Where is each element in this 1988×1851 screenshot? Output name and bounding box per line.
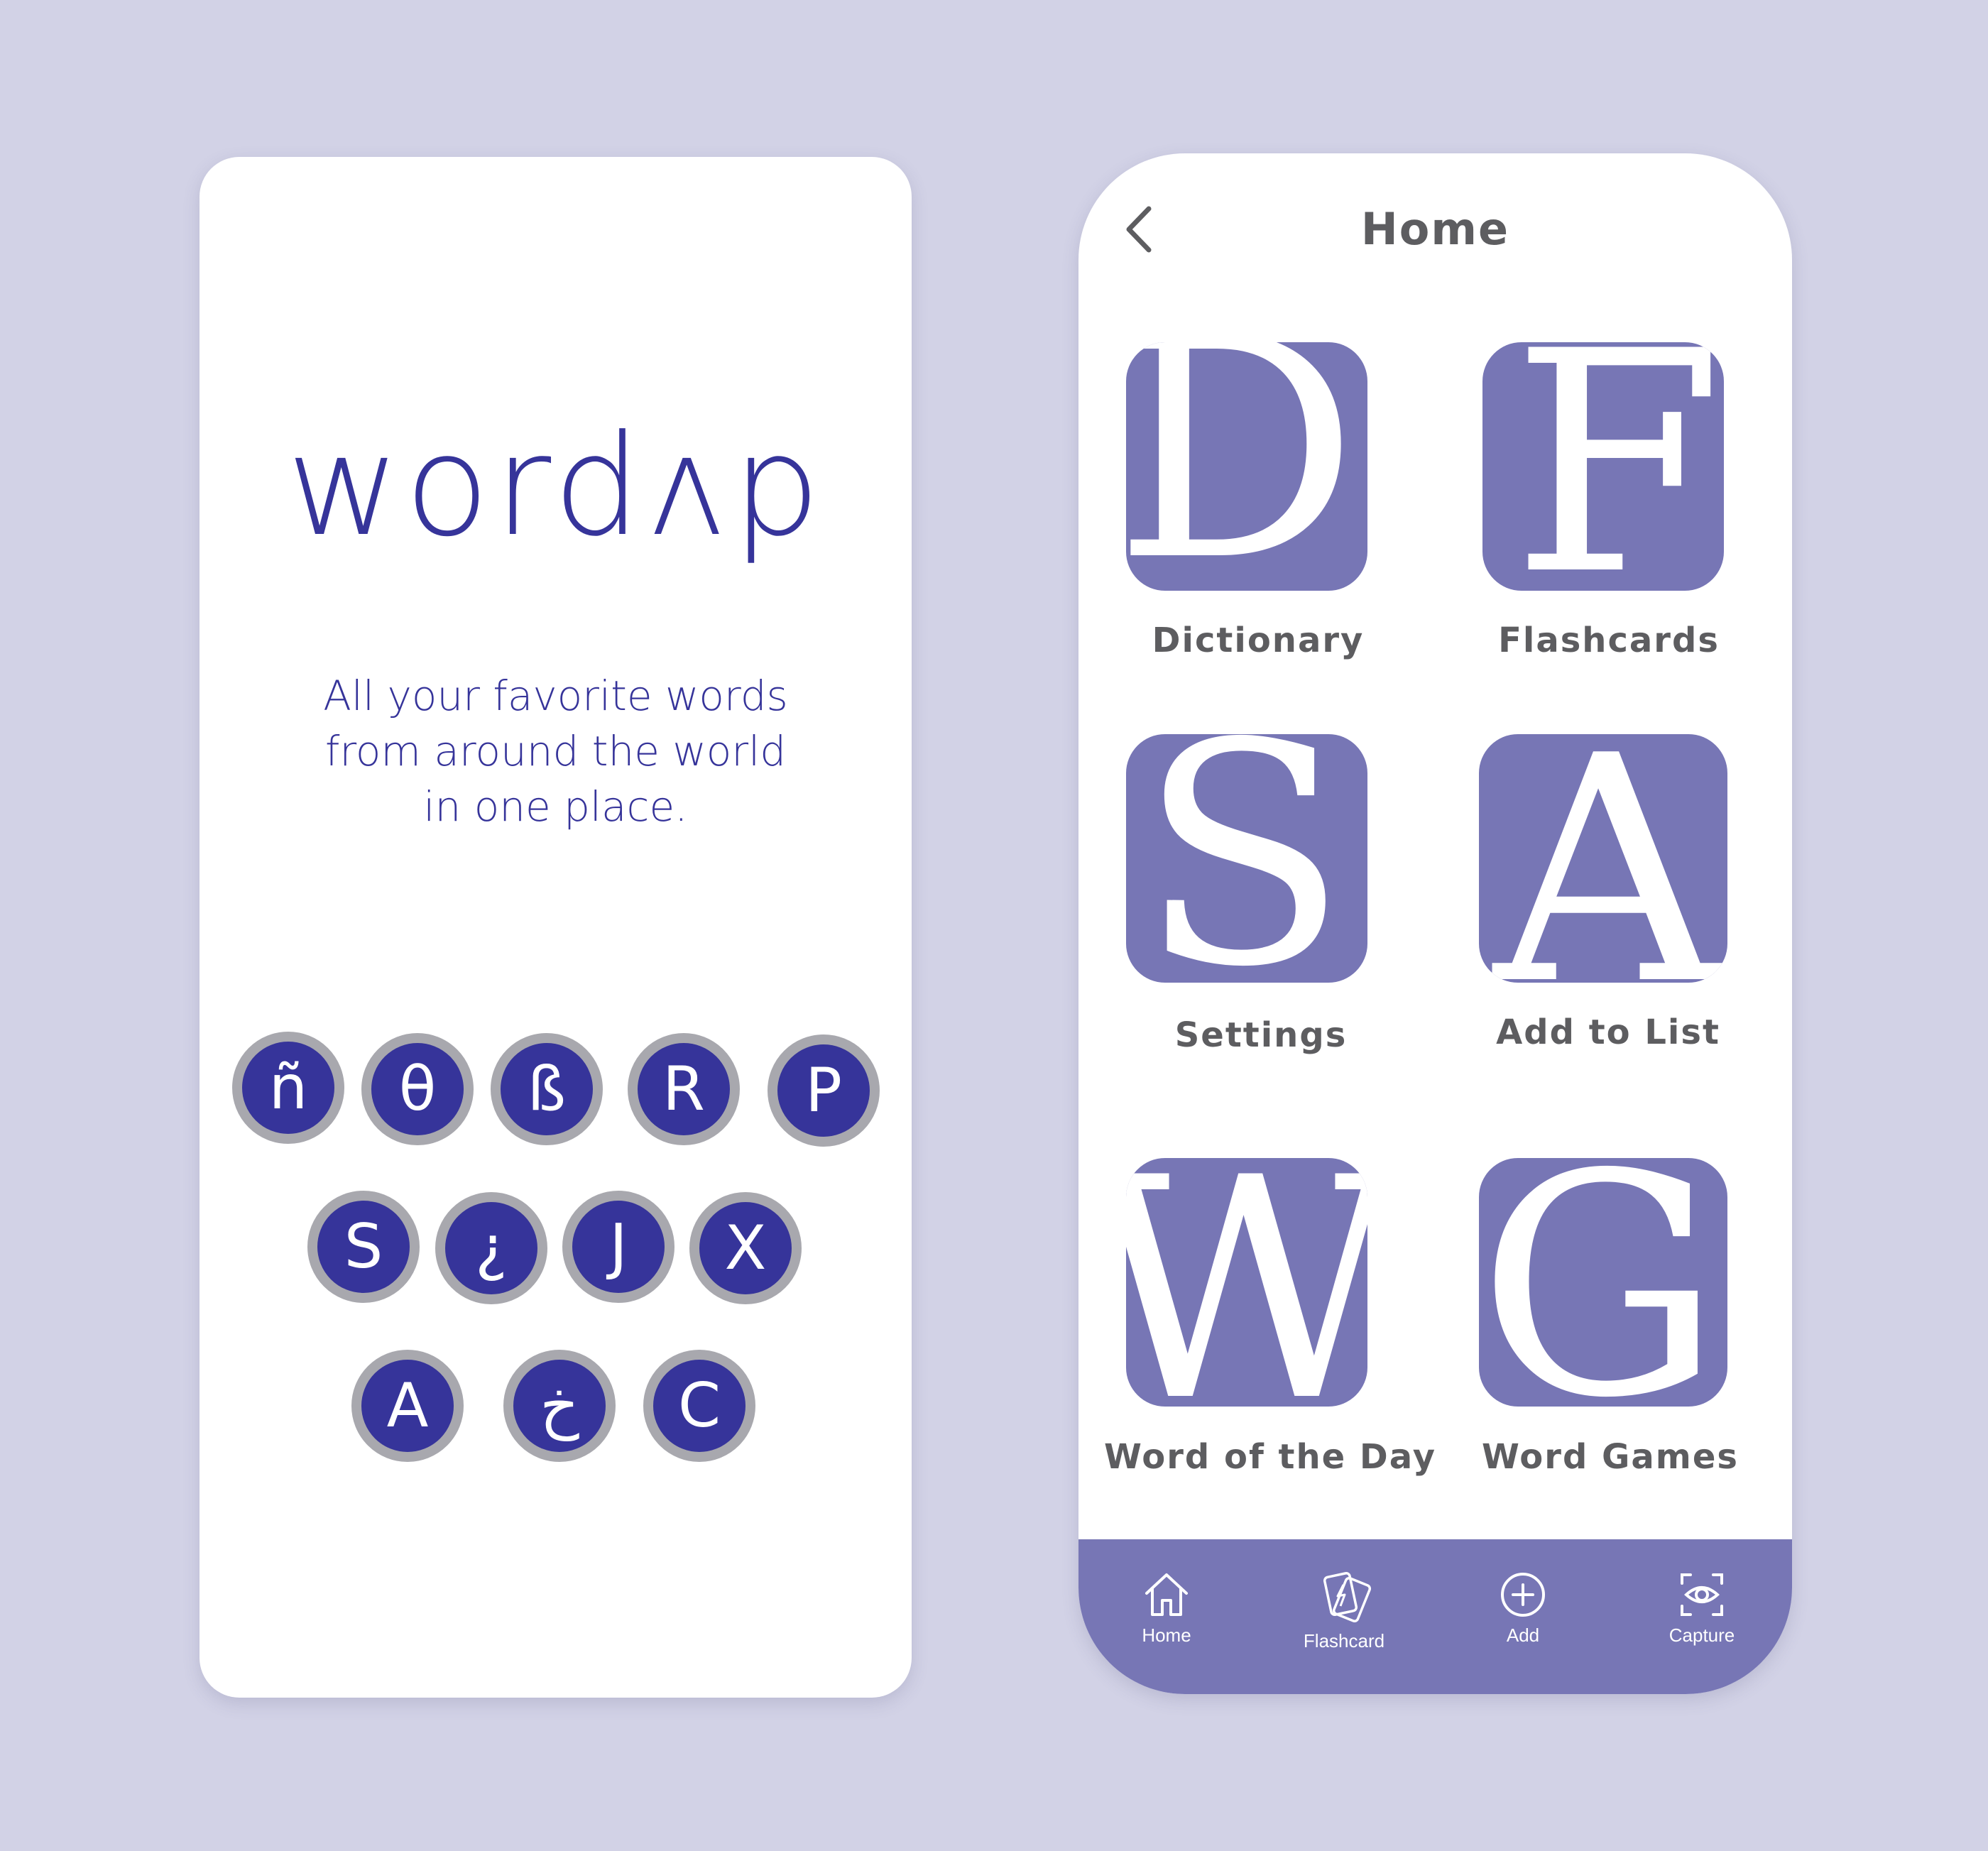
letter-chip: خ — [503, 1350, 616, 1462]
nav-flashcard[interactable]: Flashcard — [1273, 1569, 1415, 1652]
svg-text:A: A — [1489, 734, 1723, 983]
nav-home[interactable]: Home — [1096, 1569, 1238, 1647]
letter-chip: ñ — [232, 1032, 344, 1144]
add-to-list-tile[interactable]: A — [1479, 734, 1727, 983]
svg-text:S: S — [1139, 734, 1348, 983]
bottom-nav-bar: Home Flashcard Add Capture — [1078, 1539, 1792, 1694]
nav-capture[interactable]: Capture — [1631, 1569, 1773, 1647]
dictionary-tile[interactable]: D — [1126, 342, 1367, 591]
nav-home-label: Home — [1142, 1625, 1191, 1646]
app-logo: wordʌp — [286, 405, 825, 567]
svg-text:W: W — [1126, 1158, 1367, 1407]
letter-chip: P — [768, 1034, 880, 1147]
add-to-list-letter-icon: A — [1479, 734, 1727, 983]
svg-text:F: F — [1512, 342, 1723, 591]
nav-capture-label: Capture — [1668, 1625, 1735, 1646]
splash-screen: wordʌp All your favorite words from arou… — [200, 157, 912, 1698]
home-icon — [1145, 1573, 1188, 1616]
tagline-line-1: All your favorite words — [323, 672, 788, 720]
tagline: All your favorite words from around the … — [285, 668, 826, 834]
page-title: Home — [1360, 203, 1510, 255]
nav-add[interactable]: Add — [1452, 1569, 1594, 1647]
letter-chip: X — [689, 1192, 802, 1304]
word-of-the-day-letter-icon: W — [1126, 1158, 1367, 1407]
letter-chip: S — [307, 1191, 420, 1303]
tagline-line-3: in one place. — [423, 782, 688, 831]
add-circle-icon — [1501, 1573, 1545, 1617]
flashcard-icon — [1323, 1572, 1372, 1623]
letter-chip: A — [351, 1350, 464, 1462]
word-games-tile[interactable]: G — [1479, 1158, 1727, 1407]
capture-eye-icon — [1681, 1573, 1723, 1616]
settings-tile[interactable]: S — [1126, 734, 1367, 983]
dictionary-label: Dictionary — [1152, 621, 1365, 660]
settings-label: Settings — [1174, 1015, 1348, 1055]
add-to-list-label: Add to List — [1496, 1012, 1720, 1052]
svg-text:D: D — [1126, 342, 1358, 591]
tagline-line-2: from around the world — [324, 727, 787, 775]
settings-letter-icon: S — [1126, 734, 1367, 983]
dictionary-letter-icon: D — [1126, 342, 1367, 591]
flashcards-label: Flashcards — [1498, 621, 1720, 660]
nav-flashcard-label: Flashcard — [1303, 1630, 1385, 1651]
word-games-letter-icon: G — [1479, 1158, 1727, 1407]
letter-chip: R — [628, 1033, 740, 1145]
letter-chip: ß — [491, 1033, 603, 1145]
flashcards-letter-icon: F — [1482, 342, 1724, 591]
flashcards-tile[interactable]: F — [1482, 342, 1724, 591]
word-games-label: Word Games — [1482, 1437, 1739, 1477]
word-of-the-day-label: Word of the Day — [1104, 1437, 1436, 1477]
letter-chip: θ — [361, 1033, 474, 1145]
home-screen: Home D Dictionary F Flashcards S Setting… — [1078, 153, 1792, 1694]
letter-chip: ¿ — [435, 1192, 547, 1304]
nav-add-label: Add — [1506, 1625, 1540, 1646]
letter-chip: C — [643, 1350, 755, 1462]
word-of-the-day-tile[interactable]: W — [1126, 1158, 1367, 1407]
letter-chip: J — [562, 1191, 674, 1303]
svg-text:G: G — [1479, 1158, 1722, 1407]
